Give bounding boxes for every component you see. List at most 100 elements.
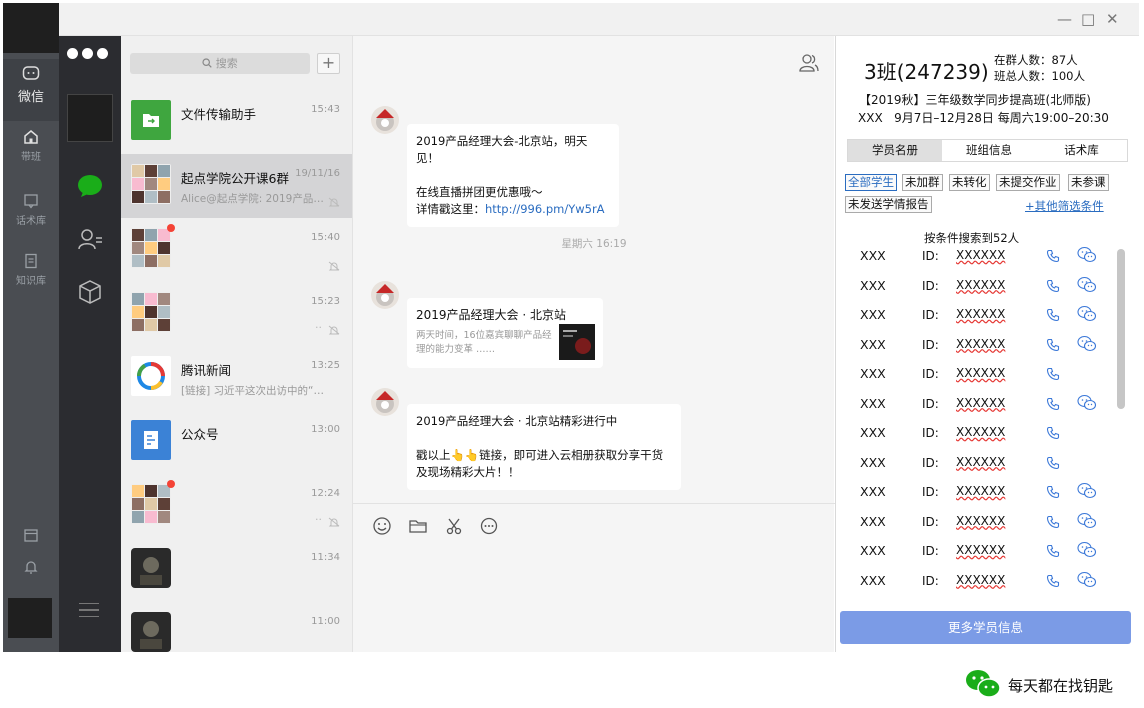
home-icon <box>24 130 38 144</box>
filter-not-joined[interactable]: 未加群 <box>902 174 943 191</box>
rail-bottom-block <box>8 598 52 638</box>
file-transfer-icon <box>131 100 171 140</box>
chat-name: 腾讯新闻 <box>181 363 232 378</box>
sender-avatar[interactable] <box>371 106 399 134</box>
chat-history-icon[interactable] <box>479 516 499 536</box>
phone-icon[interactable] <box>1046 573 1060 587</box>
maximize-button[interactable]: □ <box>1081 10 1095 28</box>
student-id-label: ID: <box>922 485 939 499</box>
student-id: XXXXXX <box>956 543 1006 557</box>
sender-avatar[interactable] <box>371 388 399 416</box>
filter-all-students[interactable]: 全部学生 <box>845 174 897 191</box>
phone-icon[interactable] <box>1046 278 1060 292</box>
contacts-icon[interactable] <box>76 226 104 254</box>
menu-icon[interactable] <box>79 602 99 623</box>
wechat-icon[interactable] <box>1077 246 1097 264</box>
phone-icon[interactable] <box>1046 484 1060 499</box>
chat-list-item[interactable]: 12:24.. <box>121 474 352 538</box>
student-row[interactable]: XXX ID: XXXXXX <box>836 537 1126 566</box>
phone-icon[interactable] <box>1046 396 1060 410</box>
folder-icon[interactable] <box>408 516 428 536</box>
tab-roster[interactable]: 学员名册 <box>848 140 942 161</box>
bell-icon[interactable] <box>23 559 39 575</box>
chat-list-item[interactable]: 腾讯新闻 13:25 [链接] 习近平这次出访中的“偶… <box>121 346 352 410</box>
student-name: XXX <box>860 277 886 293</box>
student-id: XXXXXX <box>956 336 1006 351</box>
student-row[interactable]: XXX ID: XXXXXX <box>836 508 1126 537</box>
filter-no-attendance[interactable]: 未参课 <box>1068 174 1109 191</box>
rail-item-scripts[interactable]: 话术库 <box>3 193 59 237</box>
more-student-info-button[interactable]: 更多学员信息 <box>840 611 1131 644</box>
student-id: XXXXXX <box>956 484 1006 498</box>
rail-item-wechat[interactable]: 微信 <box>3 59 59 121</box>
sender-avatar[interactable] <box>371 281 399 309</box>
tab-group-info[interactable]: 班组信息 <box>942 140 1036 161</box>
message-bubble[interactable]: 2019产品经理大会 · 北京站精彩进行中 戳以上👆👆链接，即可进入云相册获取分… <box>407 404 681 490</box>
student-row[interactable]: XXX ID: XXXXXX <box>836 478 1126 507</box>
message-bubble[interactable]: 2019产品经理大会-北京站，明天见！ 在线直播拼团更优惠哦～ 详情戳这里：ht… <box>407 124 619 227</box>
phone-icon[interactable] <box>1046 425 1060 440</box>
student-row[interactable]: XXX ID: XXXXXX <box>836 390 1126 419</box>
chat-time: 19/11/16 <box>295 168 340 179</box>
student-row[interactable]: XXX ID: XXXXXX <box>836 360 1126 389</box>
phone-icon[interactable] <box>1046 337 1060 351</box>
message-link[interactable]: http://996.pm/Yw5rA <box>485 202 605 216</box>
date-separator: 星期六 16:19 <box>561 238 627 250</box>
more-filters-link[interactable]: +其他筛选条件 <box>1025 198 1104 214</box>
add-chat-button[interactable]: + <box>317 53 340 74</box>
wechat-icon[interactable] <box>1077 541 1097 559</box>
phone-icon[interactable] <box>1046 248 1060 263</box>
avatar[interactable] <box>67 94 113 142</box>
filter-no-report[interactable]: 未发送学情报告 <box>845 196 932 213</box>
rail-item-class[interactable]: 带班 <box>3 129 59 179</box>
student-row[interactable]: XXX ID: XXXXXX <box>836 567 1126 596</box>
chat-list-item[interactable]: 起点学院公开课6群 19/11/16 Alice@起点学院: 2019产品… <box>121 154 352 218</box>
student-row[interactable]: XXX ID: XXXXXX <box>836 331 1126 360</box>
student-row[interactable]: XXX ID: XXXXXX <box>836 449 1126 478</box>
scissors-icon[interactable] <box>444 516 464 536</box>
close-button[interactable]: ✕ <box>1106 10 1119 28</box>
filter-not-converted[interactable]: 未转化 <box>949 174 990 191</box>
chat-preview: [链接] 习近平这次出访中的“偶… <box>181 385 331 397</box>
tab-scripts[interactable]: 话术库 <box>1036 140 1127 161</box>
chat-name: 文件传输助手 <box>181 107 257 122</box>
wechat-icon[interactable] <box>1077 571 1097 589</box>
filter-no-homework[interactable]: 未提交作业 <box>996 174 1060 191</box>
student-row[interactable]: XXX ID: XXXXXX <box>836 272 1126 301</box>
chat-list-item[interactable]: 公众号 13:00 <box>121 410 352 474</box>
link-card[interactable]: 2019产品经理大会 · 北京站 两天时间，16位嘉宾聊聊产品经理的能力变革 …… <box>407 298 603 368</box>
wechat-icon[interactable] <box>1077 394 1097 412</box>
phone-icon[interactable] <box>1046 366 1060 381</box>
wechat-icon[interactable] <box>1077 276 1097 294</box>
wechat-icon[interactable] <box>1077 335 1097 353</box>
minimize-button[interactable]: — <box>1057 10 1072 28</box>
student-row[interactable]: XXX ID: XXXXXX <box>836 419 1126 448</box>
watermark-text: 每天都在找钥匙 <box>1008 677 1114 695</box>
wechat-icon[interactable] <box>1077 482 1097 500</box>
box-icon[interactable] <box>76 278 104 306</box>
emoji-icon[interactable] <box>372 516 392 536</box>
card-title: 2019产品经理大会 · 北京站 <box>416 308 566 322</box>
student-id: XXXXXX <box>956 366 1006 380</box>
chat-list-item[interactable]: 11:00 <box>121 602 352 652</box>
chat-list-item[interactable]: 15:40 <box>121 218 352 282</box>
wechat-icon[interactable] <box>1077 512 1097 530</box>
student-row[interactable]: XXX ID: XXXXXX <box>836 301 1126 330</box>
message-line: 2019产品经理大会-北京站，明天见！ <box>416 134 588 165</box>
chat-list-item[interactable]: 文件传输助手 15:43 <box>121 90 352 154</box>
phone-icon[interactable] <box>1046 455 1060 469</box>
wechat-icon[interactable] <box>1077 305 1097 323</box>
rail-item-label: 知识库 <box>16 276 46 287</box>
phone-icon[interactable] <box>1046 514 1060 528</box>
group-members-icon[interactable] <box>798 52 820 74</box>
chat-icon[interactable] <box>76 172 104 200</box>
phone-icon[interactable] <box>1046 543 1060 558</box>
phone-icon[interactable] <box>1046 307 1060 322</box>
chat-list-item[interactable]: 11:34 <box>121 538 352 602</box>
student-list-scrollbar[interactable] <box>1117 249 1125 409</box>
search-input[interactable]: 搜索 <box>130 53 310 74</box>
rail-item-knowledge[interactable]: 知识库 <box>3 253 59 297</box>
chat-list-item[interactable]: 15:23.. <box>121 282 352 346</box>
student-row[interactable]: XXX ID: XXXXXX <box>836 242 1126 271</box>
calendar-icon[interactable] <box>23 527 39 543</box>
